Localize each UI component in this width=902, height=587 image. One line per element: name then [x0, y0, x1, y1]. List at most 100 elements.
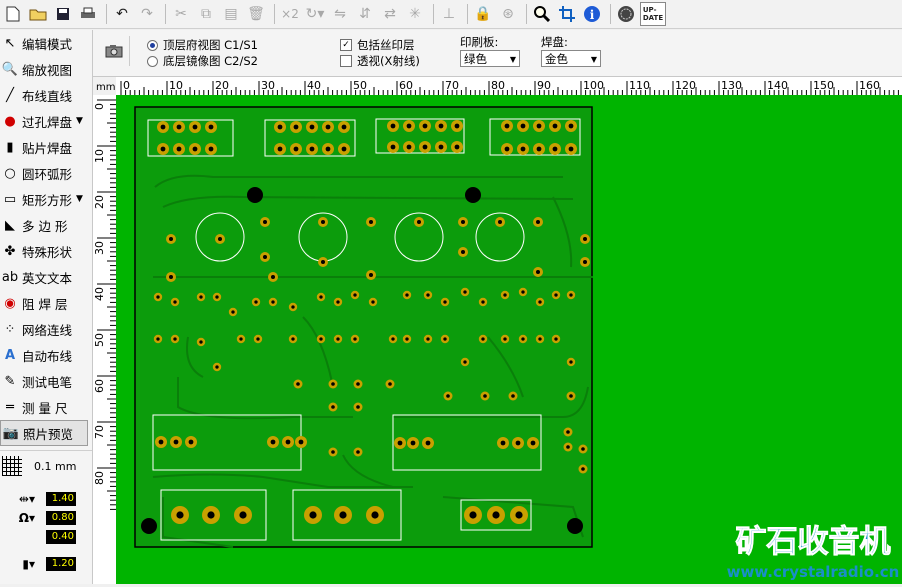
rotate-icon[interactable]: ↻▾	[304, 3, 326, 25]
sidebar-item-special-shape[interactable]: ✤ 特殊形状	[0, 238, 92, 264]
print-icon[interactable]	[77, 3, 99, 25]
track-icon: ╱	[6, 87, 14, 103]
pad-hole	[341, 146, 347, 152]
cut-icon[interactable]: ✂	[170, 3, 192, 25]
view-bottom-label: 底层镜像图 C2/S2	[163, 54, 258, 68]
align-icon[interactable]: ⊥	[438, 3, 460, 25]
sidebar-item-netlist[interactable]: ⁘ 网络连线	[0, 316, 92, 342]
sidebar-item-polygon[interactable]: ◣ 多 边 形	[0, 212, 92, 238]
svg-text:i: i	[590, 8, 595, 22]
camera-icon[interactable]	[99, 36, 130, 66]
crop-icon[interactable]	[556, 3, 578, 25]
sidebar-item-camera[interactable]: 📷 照片预览	[0, 420, 88, 446]
gear-icon[interactable]	[615, 3, 637, 25]
pad-hole	[483, 394, 487, 398]
track-width-row[interactable]: ⇹▾ 1.40	[0, 489, 92, 508]
redo-icon[interactable]: ↷	[136, 3, 158, 25]
save-icon[interactable]	[52, 3, 74, 25]
x2-icon[interactable]: ×2	[279, 3, 301, 25]
test-pen-icon: ✎	[4, 373, 16, 389]
check-mark-icon: ✓	[340, 39, 352, 51]
pad-hole	[319, 295, 323, 299]
pcb-canvas[interactable]: 0 10 20 30 40 50 60 70 80 90 100 110 120 130 140 150 160…	[93, 77, 902, 584]
view-top-radio[interactable]: 顶层府视图 C1/S1	[147, 37, 258, 53]
pad-hole	[443, 300, 447, 304]
pad-hole	[568, 146, 574, 152]
flip-v-icon[interactable]: ⇵	[354, 3, 376, 25]
grid-icon	[2, 456, 22, 476]
pad-hole	[397, 440, 403, 446]
track-width-value[interactable]: 1.40	[46, 491, 76, 506]
zoom-icon[interactable]	[531, 3, 553, 25]
pad-hole	[173, 439, 179, 445]
pad-hole	[566, 445, 570, 449]
new-file-icon[interactable]	[2, 3, 24, 25]
pad-hole	[309, 511, 317, 519]
ruler-icon: ═	[6, 399, 14, 415]
x-tick-label: 60	[399, 79, 413, 92]
pad-color-select[interactable]: 金色	[541, 50, 601, 68]
flip-h-icon[interactable]: ⇋	[329, 3, 351, 25]
transparent-checkbox[interactable]: 透视(X射线)	[340, 53, 420, 69]
main-toolbar: ↶ ↷ ✂ ⧉ ▤ 🗑 ×2 ↻▾ ⇋ ⇵ ⇄ ✳ ⊥ 🔒 ⊛ i UP- DA…	[0, 0, 902, 29]
unlock-icon[interactable]: ⊛	[497, 3, 519, 25]
pad-hole	[160, 146, 166, 152]
sidebar-item-label: 英文文本	[22, 270, 73, 286]
paste-icon[interactable]: ▤	[220, 3, 242, 25]
pad-outer-value[interactable]: 0.80	[46, 510, 76, 525]
pad-inner-value[interactable]: 0.40	[46, 529, 76, 544]
update-icon[interactable]: UP- DATE	[640, 2, 666, 26]
open-folder-icon[interactable]	[27, 3, 49, 25]
lock-icon[interactable]: 🔒	[472, 3, 494, 25]
sidebar-item-circle-arc[interactable]: ○ 圆环弧形	[0, 160, 92, 186]
view-bottom-radio[interactable]: 底层镜像图 C2/S2	[147, 53, 258, 69]
pad-hole	[521, 290, 525, 294]
x-tick-label: 70	[445, 79, 459, 92]
undo-icon[interactable]: ↶	[111, 3, 133, 25]
grid-size-row[interactable]: 0.1 mm	[0, 450, 92, 481]
sidebar-item-label: 多 边 形	[22, 218, 68, 234]
sidebar-item-text[interactable]: ab 英文文本	[0, 264, 92, 290]
tool-sidebar: ↖ 编辑模式 🔍 缩放视图 ╱ 布线直线 ● 过孔焊盘 ▼ ▮ 贴片焊盘 ○ 圆环弧形 ▭ 矩形方形 ▼ ◣ 多 …	[0, 30, 93, 584]
chevron-down-icon[interactable]: ▼	[76, 116, 83, 126]
sidebar-item-label: 阻 焊 层	[22, 296, 68, 312]
include-silk-checkbox[interactable]: ✓ 包括丝印层	[340, 37, 415, 53]
sidebar-item-label: 布线直线	[22, 88, 73, 104]
pad-inner-row[interactable]: 0.40	[0, 527, 92, 546]
sidebar-item-track[interactable]: ╱ 布线直线	[0, 82, 92, 108]
pad-hole	[325, 124, 331, 130]
pad-hole	[521, 337, 525, 341]
sidebar-item-test-pen[interactable]: ✎ 测试电笔	[0, 368, 92, 394]
sidebar-item-label: 特殊形状	[22, 244, 73, 260]
pad-hole	[321, 260, 325, 264]
board-color-select[interactable]: 绿色	[460, 50, 520, 68]
smd-size-row[interactable]: ▮▾ 1.20	[0, 554, 92, 573]
sidebar-item-autoroute[interactable]: A 自动布线	[0, 342, 92, 368]
pad-hole	[319, 337, 323, 341]
pad-outer-row[interactable]: Ω▾ 0.80	[0, 508, 92, 527]
smd-size-value[interactable]: 1.20	[46, 556, 76, 571]
delete-icon[interactable]: 🗑	[245, 3, 267, 25]
pcb-board-drawing[interactable]: 0 10 20 30 40 50 60 70 80 90 100 110 120 130 140 150 160…	[93, 77, 902, 584]
sidebar-item-smd-pad[interactable]: ▮ 贴片焊盘	[0, 134, 92, 160]
view-top-label: 顶层府视图 C1/S1	[163, 38, 258, 52]
pad-hole	[568, 123, 574, 129]
pad-hole	[256, 337, 260, 341]
copy-icon[interactable]: ⧉	[195, 3, 217, 25]
pad-hole	[463, 290, 467, 294]
sidebar-item-via-pad[interactable]: ● 过孔焊盘 ▼	[0, 108, 92, 134]
pad-hole	[215, 295, 219, 299]
chevron-down-icon[interactable]: ▼	[76, 194, 83, 204]
snap-icon[interactable]: ✳	[404, 3, 426, 25]
sidebar-item-solder-mask[interactable]: ◉ 阻 焊 层	[0, 290, 92, 316]
x-tick-label: 0	[123, 79, 130, 92]
sidebar-item-pointer[interactable]: ↖ 编辑模式	[0, 30, 92, 56]
pad-hole	[176, 511, 184, 519]
info-icon[interactable]: i	[581, 3, 603, 25]
sidebar-item-zoom-view[interactable]: 🔍 缩放视图	[0, 56, 92, 82]
sidebar-item-ruler[interactable]: ═ 测 量 尺	[0, 394, 92, 420]
mirror-icon[interactable]: ⇄	[379, 3, 401, 25]
sidebar-item-rectangle[interactable]: ▭ 矩形方形 ▼	[0, 186, 92, 212]
pad-hole	[406, 123, 412, 129]
pad-hole	[293, 146, 299, 152]
